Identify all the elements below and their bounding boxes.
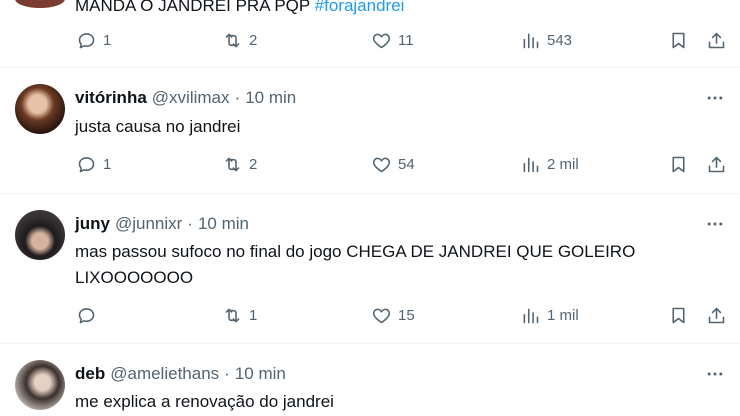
user-name[interactable]: juny [75, 214, 110, 234]
share-button[interactable] [706, 30, 727, 51]
tweet[interactable]: deb @ameliethans · 10 min me explica a r… [0, 344, 740, 416]
views-button[interactable]: 1 mil [520, 305, 579, 326]
tweet[interactable]: MANDA O JANDREI PRA PQP #forajandrei 1 2… [0, 0, 740, 68]
share-icon [708, 307, 725, 324]
tweet-text: mas passou sufoco no final do jogo CHEGA… [75, 242, 636, 287]
reply-count: 1 [103, 156, 112, 173]
avatar[interactable] [15, 84, 65, 134]
retweet-count: 1 [249, 307, 258, 324]
views-count: 2 mil [547, 156, 579, 173]
bookmark-button[interactable] [668, 305, 689, 326]
user-handle[interactable]: @xvilimax [152, 88, 230, 108]
bookmark-icon [672, 307, 685, 324]
user-name[interactable]: vitórinha [75, 88, 147, 108]
views-icon [523, 308, 539, 324]
avatar[interactable] [15, 0, 65, 8]
tweet-header: juny @junnixr · 10 min [75, 214, 249, 234]
tweet[interactable]: juny @junnixr · 10 min mas passou sufoco… [0, 194, 740, 344]
more-button[interactable] [704, 88, 726, 108]
tweet-text: MANDA O JANDREI PRA PQP #forajandrei [75, 0, 695, 17]
reply-button[interactable]: 1 [76, 154, 111, 175]
retweet-icon [225, 157, 240, 172]
views-button[interactable]: 543 [520, 30, 572, 51]
reply-icon [78, 33, 95, 49]
bookmark-button[interactable] [668, 30, 689, 51]
reply-icon [78, 157, 95, 173]
retweet-count: 2 [249, 156, 258, 173]
like-button[interactable]: 11 [371, 30, 414, 51]
views-count: 1 mil [547, 307, 579, 324]
share-icon [708, 32, 725, 49]
tweet-time[interactable]: 10 min [235, 364, 286, 384]
more-icon [707, 372, 723, 376]
tweet-time[interactable]: 10 min [198, 214, 249, 234]
hashtag-link[interactable]: #forajandrei [315, 0, 405, 15]
separator-dot: · [187, 214, 193, 233]
like-count: 54 [398, 156, 415, 173]
tweet-actions: 1 15 1 mil [0, 305, 740, 329]
avatar[interactable] [15, 210, 65, 260]
more-icon [707, 96, 723, 100]
retweet-count: 2 [249, 32, 258, 49]
tweet-time[interactable]: 10 min [245, 88, 296, 108]
tweet-header: deb @ameliethans · 10 min [75, 364, 286, 384]
reply-count: 1 [103, 32, 112, 49]
views-icon [523, 157, 539, 173]
like-icon [372, 308, 391, 324]
user-handle[interactable]: @ameliethans [110, 364, 219, 384]
more-button[interactable] [704, 214, 726, 234]
reply-icon [78, 308, 95, 324]
separator-dot: · [234, 88, 241, 107]
more-icon [707, 222, 723, 226]
like-button[interactable]: 54 [371, 154, 415, 175]
like-icon [372, 157, 391, 173]
tweet-text-content: MANDA O JANDREI PRA PQP [75, 0, 310, 15]
reply-button[interactable] [76, 305, 103, 326]
like-count: 11 [398, 32, 414, 49]
retweet-button[interactable]: 2 [222, 154, 257, 175]
retweet-button[interactable]: 1 [222, 305, 257, 326]
user-handle[interactable]: @junnixr [115, 214, 182, 234]
tweet-actions: 1 2 54 2 mil [0, 154, 740, 178]
more-button[interactable] [704, 364, 726, 384]
bookmark-icon [672, 32, 685, 49]
tweet[interactable]: vitórinha @xvilimax · 10 min justa causa… [0, 68, 740, 194]
reply-button[interactable]: 1 [76, 30, 111, 51]
share-button[interactable] [706, 154, 727, 175]
separator-dot: · [224, 364, 230, 383]
views-count: 543 [547, 32, 573, 49]
retweet-button[interactable]: 2 [222, 30, 257, 51]
share-button[interactable] [706, 305, 727, 326]
user-name[interactable]: deb [75, 364, 105, 384]
like-button[interactable]: 15 [371, 305, 415, 326]
retweet-icon [225, 33, 240, 48]
tweet-text: me explica a renovação do jandrei [75, 392, 334, 411]
like-count: 15 [398, 307, 415, 324]
views-button[interactable]: 2 mil [520, 154, 579, 175]
tweet-text: justa causa no jandrei [75, 117, 241, 136]
avatar[interactable] [15, 360, 65, 410]
bookmark-button[interactable] [668, 154, 689, 175]
share-icon [708, 156, 725, 173]
tweet-header: vitórinha @xvilimax · 10 min [75, 88, 296, 108]
views-icon [523, 33, 539, 49]
retweet-icon [225, 308, 240, 323]
like-icon [372, 33, 391, 49]
tweet-actions: 1 2 11 543 [0, 30, 740, 54]
bookmark-icon [672, 156, 685, 173]
